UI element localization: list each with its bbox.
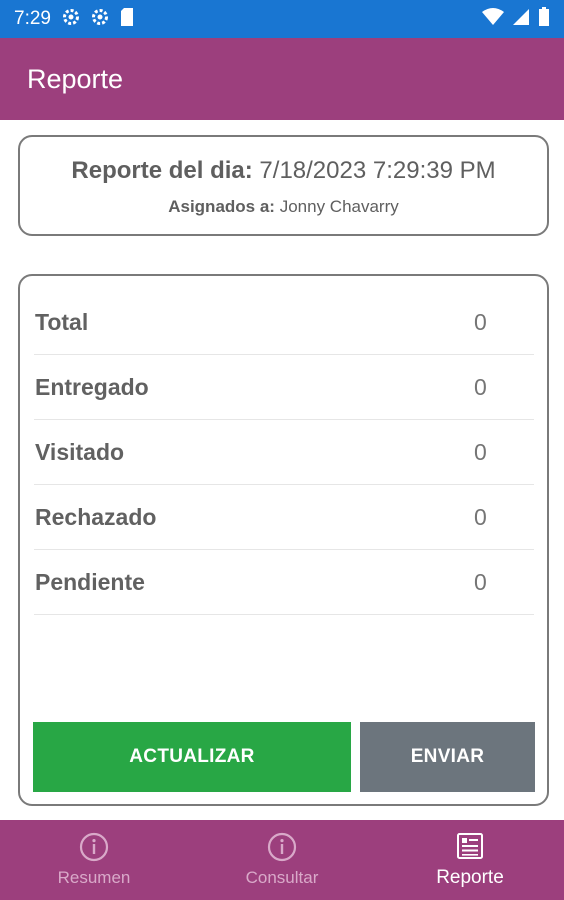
stat-value: 0: [474, 503, 487, 530]
assigned-line: Asignados a: Jonny Chavarry: [20, 197, 547, 217]
stat-row-pendiente: Pendiente 0: [34, 550, 534, 615]
stats-card: Total 0 Entregado 0 Visitado 0 Rechazado…: [18, 274, 549, 806]
signal-icon: [512, 8, 530, 31]
stat-row-rechazado: Rechazado 0: [34, 485, 534, 550]
report-header-card: Reporte del dia: 7/18/2023 7:29:39 PM As…: [18, 135, 549, 236]
report-date-value: 7/18/2023 7:29:39 PM: [259, 157, 496, 184]
settings-icon: [90, 7, 110, 32]
assigned-name: Jonny Chavarry: [279, 197, 399, 216]
nav-item-consultar[interactable]: Consultar: [188, 820, 376, 900]
nav-label: Resumen: [57, 868, 131, 887]
report-icon: [455, 831, 485, 861]
settings-icon: [61, 7, 81, 32]
stat-label: Rechazado: [35, 503, 157, 530]
nav-item-reporte[interactable]: Reporte: [376, 820, 564, 900]
battery-icon: [538, 6, 550, 32]
status-bar: 7:29: [0, 0, 564, 38]
stat-value: 0: [474, 308, 487, 335]
report-date-line: Reporte del dia: 7/18/2023 7:29:39 PM: [20, 157, 547, 185]
stat-row-visitado: Visitado 0: [34, 420, 534, 485]
assigned-label: Asignados a:: [168, 197, 275, 216]
stat-label: Pendiente: [35, 568, 145, 595]
stat-label: Visitado: [35, 438, 125, 465]
status-system-icons: [482, 6, 550, 32]
stat-value: 0: [474, 373, 487, 400]
stat-value: 0: [474, 568, 487, 595]
info-icon: [79, 832, 109, 862]
stat-label: Entregado: [35, 373, 149, 400]
stat-value: 0: [474, 438, 487, 465]
nav-label: Reporte: [436, 867, 504, 888]
sd-card-icon: [119, 7, 135, 32]
status-notification-icons: [61, 7, 135, 32]
wifi-icon: [482, 7, 504, 31]
stat-row-total: Total 0: [34, 290, 534, 355]
info-icon: [267, 832, 297, 862]
app-bar: Reporte: [0, 38, 564, 120]
update-button[interactable]: ACTUALIZAR: [33, 722, 351, 792]
send-button[interactable]: ENVIAR: [360, 722, 535, 792]
report-date-label: Reporte del dia:: [71, 157, 253, 184]
page-title: Reporte: [27, 63, 124, 94]
stat-label: Total: [35, 308, 89, 335]
stat-row-entregado: Entregado 0: [34, 355, 534, 420]
bottom-nav: Resumen Consultar Reporte: [0, 820, 564, 900]
nav-label: Consultar: [245, 868, 319, 887]
nav-item-resumen[interactable]: Resumen: [0, 820, 188, 900]
status-time: 7:29: [14, 8, 51, 29]
stats-list: Total 0 Entregado 0 Visitado 0 Rechazado…: [34, 290, 534, 615]
